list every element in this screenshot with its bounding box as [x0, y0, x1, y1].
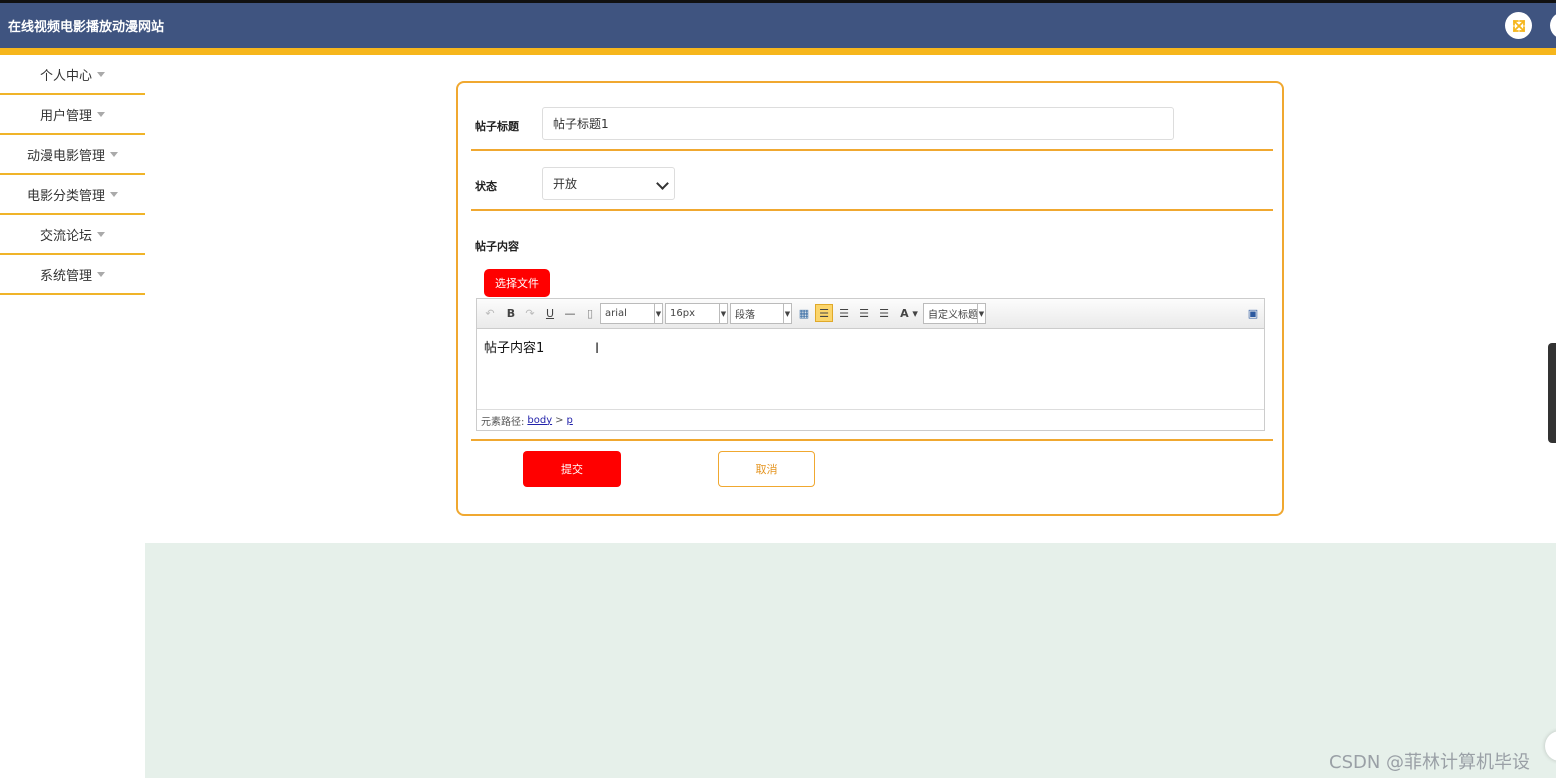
fullscreen-button[interactable] [1505, 12, 1532, 39]
caret-down-icon [110, 151, 118, 157]
rich-text-editor: ↶ B ↷ U — ▯ arial ▼ 16px ▼ 段落 ▼ ▦ ☰ ☰ ☰ ☰ A… [476, 298, 1265, 431]
sidebar-item-movie-category-management[interactable]: 电影分类管理 [0, 175, 145, 215]
editor-content[interactable]: 帖子内容1 [484, 337, 544, 356]
sidebar-item-forum[interactable]: 交流论坛 [0, 215, 145, 255]
align-right-icon[interactable]: ☰ [835, 304, 853, 322]
caret-down-icon [97, 231, 105, 237]
sidebar-item-label: 动漫电影管理 [26, 148, 105, 164]
caret-down-icon: ▼ [977, 304, 985, 323]
caret-down-icon [97, 271, 105, 277]
fullscreen-editor-icon[interactable]: ▣ [1244, 304, 1262, 322]
sidebar-item-label: 交流论坛 [39, 228, 92, 244]
font-family-dropdown[interactable]: arial ▼ [600, 303, 663, 324]
align-center-icon[interactable]: ☰ [855, 304, 873, 322]
paragraph-value: 段落 [735, 310, 755, 321]
sidebar-item-system-management[interactable]: 系统管理 [0, 255, 145, 295]
paragraph-dropdown[interactable]: 段落 ▼ [730, 303, 792, 324]
choose-file-button[interactable]: 选择文件 [484, 269, 550, 297]
divider [471, 439, 1273, 441]
submit-button[interactable]: 提交 [523, 451, 621, 487]
site-title: 在线视频电影播放动漫网站 [8, 20, 165, 35]
watermark-text: CSDN @菲林计算机毕设 [1329, 752, 1531, 773]
sidebar-item-personal-center[interactable]: 个人中心 [0, 55, 145, 95]
sidebar-item-anime-movie-management[interactable]: 动漫电影管理 [0, 135, 145, 175]
status-select[interactable]: 开放 [542, 167, 675, 200]
align-justify-icon[interactable]: ☰ [875, 304, 893, 322]
path-body-link[interactable]: body [527, 415, 552, 426]
title-label: 帖子标题 [475, 120, 519, 133]
path-separator: > [555, 414, 564, 426]
divider [471, 149, 1273, 151]
side-scroll-handle[interactable] [1548, 343, 1556, 443]
element-path-bar: 元素路径: body > p [477, 409, 1264, 430]
editor-toolbar: ↶ B ↷ U — ▯ arial ▼ 16px ▼ 段落 ▼ ▦ ☰ ☰ ☰ ☰ A… [477, 299, 1264, 329]
sidebar-item-label: 个人中心 [39, 68, 92, 84]
status-label: 状态 [475, 180, 497, 193]
text-cursor-icon: I [595, 341, 600, 357]
font-size-dropdown[interactable]: 16px ▼ [665, 303, 728, 324]
font-size-value: 16px [670, 308, 695, 319]
undo-icon[interactable]: ↶ [481, 304, 499, 322]
post-title-input[interactable] [542, 107, 1174, 140]
header-accent-strip [0, 48, 1556, 55]
sidebar-item-user-management[interactable]: 用户管理 [0, 95, 145, 135]
chevron-down-icon [656, 177, 669, 190]
align-left-icon[interactable]: ☰ [815, 304, 833, 322]
paste-icon[interactable]: ▯ [581, 304, 599, 322]
sidebar-item-label: 用户管理 [39, 108, 92, 124]
bold-icon[interactable]: B [502, 304, 520, 322]
caret-down-icon: ▼ [783, 304, 791, 323]
horizontal-rule-icon[interactable]: — [561, 304, 579, 322]
caret-down-icon [97, 111, 105, 117]
element-path-label: 元素路径: [481, 416, 525, 428]
caret-down-icon: ▼ [719, 304, 727, 323]
redo-icon[interactable]: ↷ [521, 304, 539, 322]
content-label: 帖子内容 [475, 240, 519, 253]
caret-down-icon [97, 71, 105, 77]
divider [471, 209, 1273, 211]
user-avatar[interactable] [1550, 12, 1556, 39]
custom-heading-dropdown[interactable]: 自定义标题 ▼ [923, 303, 986, 324]
font-color-icon[interactable]: A ▾ [896, 304, 922, 322]
path-p-link[interactable]: p [567, 415, 573, 426]
sidebar-item-label: 系统管理 [39, 268, 92, 284]
custom-heading-value: 自定义标题 [928, 310, 978, 321]
font-family-value: arial [605, 308, 627, 319]
sidebar-menu: 个人中心 用户管理 动漫电影管理 电影分类管理 交流论坛 系统管理 [0, 55, 145, 295]
content-background-panel [145, 543, 1556, 778]
cancel-button[interactable]: 取消 [718, 451, 815, 487]
caret-down-icon [110, 191, 118, 197]
caret-down-icon: ▼ [654, 304, 662, 323]
underline-icon[interactable]: U [541, 304, 559, 322]
table-icon[interactable]: ▦ [795, 304, 813, 322]
status-selected-value: 开放 [553, 177, 578, 191]
post-edit-form: 帖子标题 状态 开放 帖子内容 选择文件 ↶ B ↷ U — ▯ arial ▼ … [456, 81, 1284, 516]
expand-arrows-icon [1512, 19, 1525, 32]
top-bar: 在线视频电影播放动漫网站 [0, 0, 1556, 48]
sidebar-item-label: 电影分类管理 [26, 188, 105, 204]
